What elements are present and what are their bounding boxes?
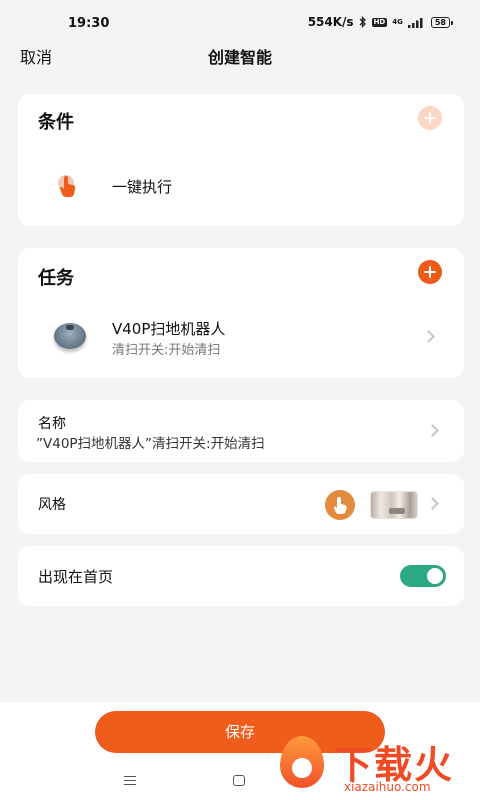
style-touch-icon — [325, 490, 355, 520]
condition-label: 一键执行 — [112, 178, 173, 196]
toggle-knob — [427, 568, 443, 584]
status-bar: 19:30 554K/s HD 4G 58 — [0, 0, 480, 40]
homepage-label: 出现在首页 — [38, 568, 114, 586]
style-label: 风格 — [38, 497, 66, 513]
conditions-title: 条件 — [38, 112, 74, 133]
battery-icon: 58 — [430, 16, 454, 28]
signal-icon — [407, 17, 423, 28]
name-label: 名称 — [38, 416, 66, 432]
watermark-url: xiazaihuo.com — [344, 780, 431, 794]
status-time: 19:30 — [68, 16, 110, 31]
tasks-card: 任务 V40P扫地机器人 清扫开关:开始清扫 — [18, 248, 464, 378]
style-row[interactable]: 风格 — [18, 474, 464, 534]
conditions-card: 条件 一键执行 — [18, 94, 464, 226]
add-task-button[interactable] — [418, 260, 442, 284]
chevron-right-icon — [426, 497, 439, 510]
watermark-logo: 下载火 xiazaihuo.com — [280, 732, 480, 800]
chevron-right-icon — [426, 424, 439, 437]
net-speed: 554K/s — [307, 15, 354, 29]
network-type: 4G — [392, 17, 403, 26]
style-background-thumbnail — [370, 491, 418, 519]
chevron-right-icon — [422, 330, 435, 343]
menu-icon[interactable] — [124, 776, 136, 785]
flame-logo-icon — [280, 736, 324, 788]
home-icon[interactable] — [233, 775, 245, 786]
task-item[interactable]: V40P扫地机器人 清扫开关:开始清扫 — [18, 310, 464, 366]
condition-item[interactable]: 一键执行 — [18, 162, 464, 212]
task-device-action: 清扫开关:开始清扫 — [112, 343, 221, 358]
bluetooth-icon — [359, 16, 366, 28]
homepage-row: 出现在首页 — [18, 546, 464, 606]
name-row[interactable]: 名称 ”V40P扫地机器人”清扫开关:开始清扫 — [18, 400, 464, 462]
top-nav: 取消 创建智能 — [0, 40, 480, 80]
tasks-title: 任务 — [38, 268, 74, 289]
robot-vacuum-icon — [54, 323, 86, 349]
status-indicators: 554K/s HD 4G 58 — [307, 15, 454, 29]
task-device-name: V40P扫地机器人 — [112, 320, 226, 338]
hd-badge: HD — [371, 17, 388, 27]
page-title: 创建智能 — [207, 48, 272, 67]
touch-icon — [58, 175, 76, 197]
add-condition-button[interactable] — [418, 106, 442, 130]
homepage-toggle[interactable] — [400, 565, 446, 587]
name-value: ”V40P扫地机器人”清扫开关:开始清扫 — [36, 436, 265, 452]
